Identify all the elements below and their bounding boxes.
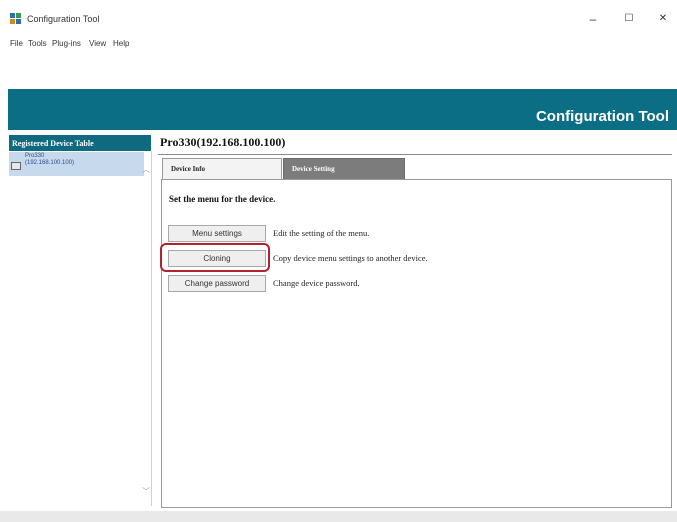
menu-help[interactable]: Help — [113, 39, 129, 48]
tab-device-setting[interactable]: Device Setting — [283, 158, 405, 180]
status-bar — [0, 511, 677, 522]
highlight-outline — [160, 243, 270, 272]
device-tree-label: Pro330 (192.168.100.100) — [25, 153, 74, 167]
sidebar-panel — [9, 151, 152, 506]
change-password-description: Change device password. — [273, 278, 360, 288]
device-name: Pro330 — [25, 153, 45, 159]
change-password-button[interactable]: Change password — [168, 275, 266, 292]
banner-title: Configuration Tool — [535, 108, 669, 125]
menu-settings-description: Edit the setting of the menu. — [273, 228, 370, 238]
app-icon — [10, 13, 21, 24]
menu-tools[interactable]: Tools — [28, 39, 47, 48]
tab-divider — [158, 154, 672, 155]
maximize-button[interactable]: ☐ — [621, 12, 637, 26]
menu-view[interactable]: View — [89, 39, 106, 48]
page-title: Pro330(192.168.100.100) — [160, 135, 286, 149]
cloning-description: Copy device menu settings to another dev… — [273, 253, 428, 263]
printer-icon — [11, 162, 21, 170]
menu-file[interactable]: File — [10, 39, 23, 48]
scroll-down-icon[interactable]: ﹀ — [142, 486, 150, 497]
menu-plugins[interactable]: Plug-ins — [52, 39, 81, 48]
tab-device-info[interactable]: Device Info — [162, 158, 282, 180]
scroll-up-icon[interactable]: ︿ — [142, 164, 150, 175]
sidebar-header-label: Registered Device Table — [12, 139, 94, 148]
close-button[interactable]: ✕ — [655, 12, 671, 26]
title-bar — [0, 0, 677, 28]
menu-settings-button[interactable]: Menu settings — [168, 225, 266, 242]
minimize-button[interactable]: – — [585, 12, 601, 26]
tab-device-info-label: Device Info — [171, 165, 206, 173]
section-title: Set the menu for the device. — [169, 194, 276, 204]
window-title: Configuration Tool — [27, 14, 100, 24]
device-ip: (192.168.100.100) — [25, 160, 75, 166]
tab-device-setting-label: Device Setting — [292, 165, 335, 173]
